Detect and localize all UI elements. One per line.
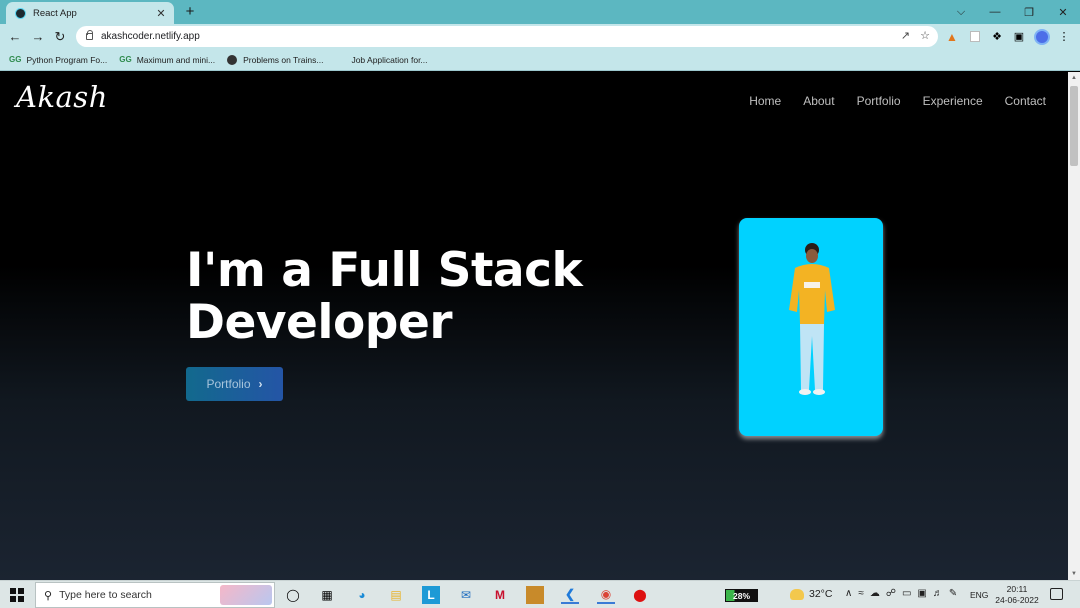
url-text: akashcoder.netlify.app [101,31,200,42]
browser-menu-icon[interactable]: ⋮ [1056,28,1072,45]
side-panel-icon[interactable]: ▣ [1011,28,1027,45]
react-favicon-icon [15,7,26,19]
notification-icon[interactable] [1050,588,1063,600]
search-highlight-image [220,585,272,605]
recorder-icon[interactable]: ⬤ [631,586,649,604]
clock-date: 24-06-2022 [995,595,1039,605]
back-arrow-icon[interactable]: ← [6,28,24,45]
restore-button[interactable]: ❐ [1012,0,1046,24]
geeksforgeeks-icon: GG [9,55,22,64]
url-field[interactable]: akashcoder.netlify.app ↗ ☆ [76,26,938,47]
mcafee-icon[interactable]: M [491,586,509,604]
nav-contact[interactable]: Contact [1005,94,1046,108]
system-tray: ∧ ≈ ☁ ☍ ▭ ▣ ♬ ✎ [845,588,957,599]
chrome-icon[interactable]: ◉ [597,586,615,604]
search-icon: ⚲ [44,589,53,602]
nav-home[interactable]: Home [749,94,781,108]
nav-portfolio[interactable]: Portfolio [857,94,901,108]
bookmark-item[interactable]: Problems on Trains... [227,54,324,65]
forward-arrow-icon[interactable]: → [29,28,47,45]
bookmarks-bar: GG Python Program Fo... GG Maximum and m… [0,49,1080,71]
taskbar-clock[interactable]: 20:11 24-06-2022 [995,584,1039,606]
taskbar-search-input[interactable]: ⚲ Type here to search [35,582,275,608]
edge-icon[interactable]: ◕ [353,586,371,604]
file-explorer-icon[interactable]: ▤ [387,586,405,604]
temperature: 32°C [809,588,833,600]
cortana-icon[interactable]: ◯ [284,586,302,604]
tab-bar: React App ✕ + ⌵ — ❐ ✕ [0,0,1080,24]
scroll-up-arrow-icon[interactable]: ▲ [1071,75,1077,81]
chevron-right-icon: › [258,377,263,391]
windows-taskbar: ⚲ Type here to search ◯ ▦ ◕ ▤ L ✉ M ❮ ◉ … [0,580,1080,608]
weather-icon [790,588,804,600]
profile-photo [739,218,883,436]
nav-about[interactable]: About [803,94,834,108]
task-view-icon[interactable]: ▦ [318,586,336,604]
browser-tab[interactable]: React App ✕ [6,2,174,24]
battery-percent: 28% [732,590,750,601]
clock-time: 20:11 [1006,584,1028,594]
language-indicator[interactable]: ENG [970,590,988,600]
bookmark-label: Problems on Trains... [243,54,324,65]
bookmark-star-icon[interactable]: ☆ [920,29,930,42]
display-icon[interactable]: ▭ [902,588,911,599]
hero-title: I'm a Full Stack Developer [186,243,583,350]
extension-b-icon[interactable] [967,28,983,45]
portfolio-button-label: Portfolio [206,377,251,391]
tab-close-icon[interactable]: ✕ [154,7,168,20]
bookmark-label: Job Application for... [351,54,428,65]
portfolio-button[interactable]: Portfolio › [186,367,283,401]
bookmark-item[interactable]: GG Python Program Fo... [9,55,107,65]
bookmark-item[interactable]: Job Application for... [351,55,427,65]
battery-indicator[interactable]: 28% [725,589,758,602]
site-nav: Home About Portfolio Experience Contact [749,94,1046,108]
scroll-down-arrow-icon[interactable]: ▼ [1071,571,1077,577]
wifi-icon[interactable]: ≈ [858,588,864,599]
tab-search-icon[interactable]: ⌵ [944,0,978,24]
address-bar: ← → ↻ akashcoder.netlify.app ↗ ☆ ▲ ❖ ▣ ⋮ [0,24,1080,49]
site-logo[interactable]: Akash [16,80,108,114]
globe-icon [227,54,238,65]
geeksforgeeks-icon: GG [119,55,132,64]
profile-avatar-icon[interactable] [1034,28,1050,45]
volume-icon[interactable]: ♬ [933,588,943,599]
search-placeholder: Type here to search [59,589,152,601]
bookmark-label: Python Program Fo... [26,54,108,65]
new-tab-button[interactable]: + [182,3,198,20]
windows-start-icon[interactable] [10,588,24,602]
onedrive-icon[interactable]: ☁ [870,588,880,599]
web-page: Akash Home About Portfolio Experience Co… [0,72,1068,580]
reload-icon[interactable]: ↻ [51,28,69,45]
extensions-puzzle-icon[interactable]: ❖ [989,28,1005,45]
mail-icon[interactable]: ✉ [457,586,475,604]
minecraft-icon[interactable] [526,586,544,604]
network-icon[interactable]: ☍ [886,588,896,599]
bookmark-item[interactable]: GG Maximum and mini... [119,55,215,65]
metamask-extension-icon[interactable]: ▲ [944,28,960,45]
scrollbar-thumb[interactable] [1070,86,1078,166]
meet-now-icon[interactable]: ▣ [917,588,926,599]
lock-icon[interactable] [86,30,93,40]
window-controls: ⌵ — ❐ ✕ [944,0,1080,24]
app-l-icon[interactable]: L [422,586,440,604]
nav-experience[interactable]: Experience [923,94,983,108]
share-icon[interactable]: ↗ [901,29,910,42]
close-window-button[interactable]: ✕ [1046,0,1080,24]
vscode-icon[interactable]: ❮ [561,586,579,604]
tab-title: React App [33,7,77,19]
pen-icon[interactable]: ✎ [949,588,957,599]
bookmark-label: Maximum and mini... [136,54,216,65]
person-figure-icon [789,243,835,395]
page-scrollbar[interactable]: ▲ ▼ [1068,72,1080,580]
tray-expand-icon[interactable]: ∧ [845,588,852,599]
weather-widget[interactable]: 32°C [790,588,832,600]
minimize-button[interactable]: — [978,0,1012,24]
